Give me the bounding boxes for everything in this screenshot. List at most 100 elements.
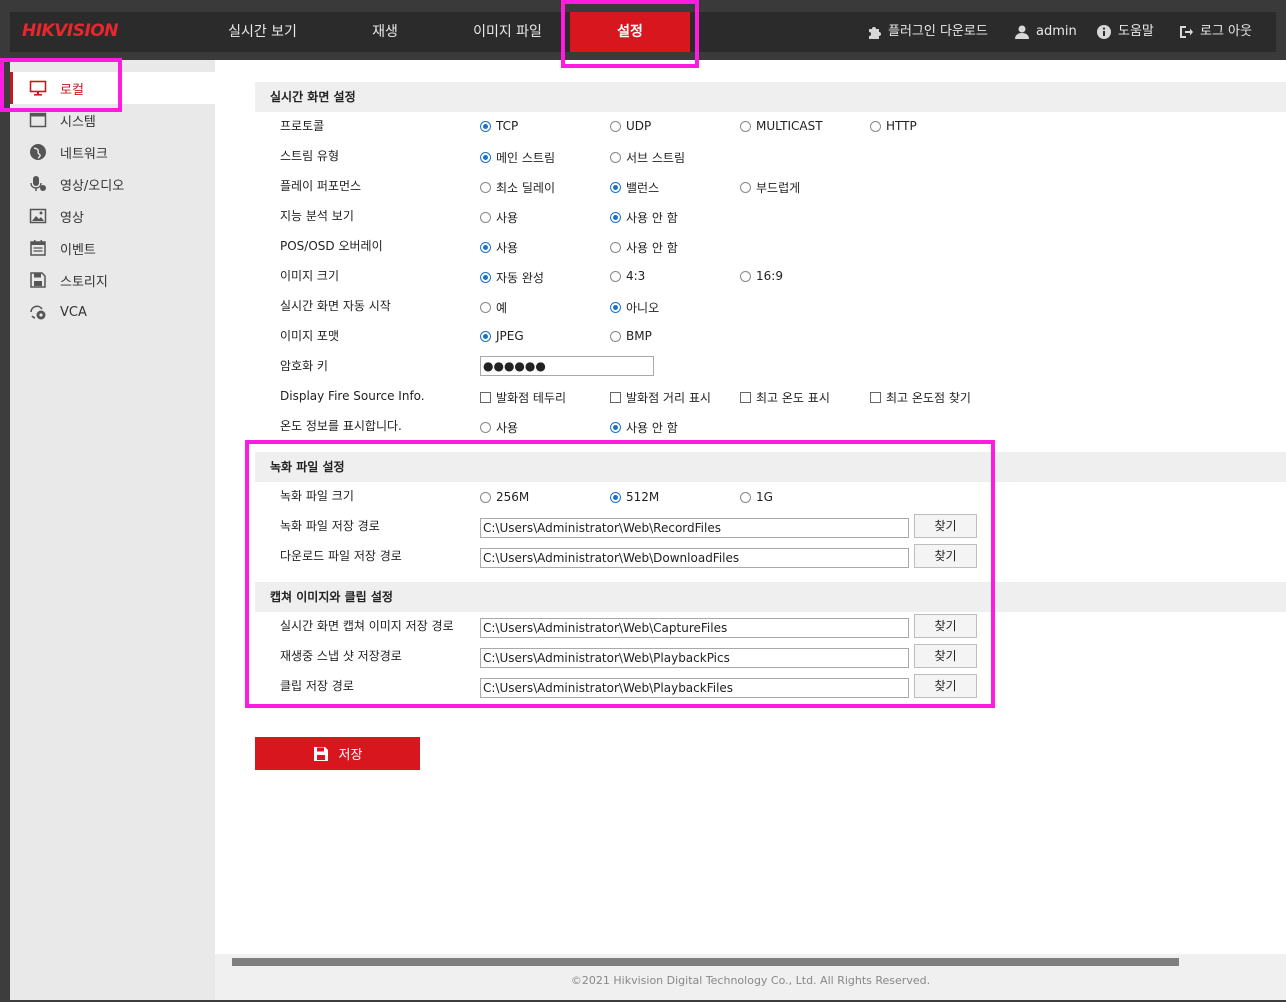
tab-playback[interactable]: 재생 xyxy=(325,12,445,52)
sidebar-item-label: VCA xyxy=(60,304,87,320)
record-path-input[interactable]: C:\Users\Administrator\Web\RecordFiles xyxy=(480,518,909,538)
clip-path-label: 클립 저장 경로 xyxy=(280,679,354,693)
pos-osd-enable-radio[interactable]: 사용 xyxy=(480,239,518,256)
protocol-label: 프로토콜 xyxy=(280,119,325,133)
hikvision-logo: HIKVISION xyxy=(22,21,118,41)
download-path-label: 다운로드 파일 저장 경로 xyxy=(280,549,402,563)
playback-snapshot-path-input[interactable]: C:\Users\Administrator\Web\PlaybackPics xyxy=(480,648,909,668)
temperature-enable-radio[interactable]: 사용 xyxy=(480,419,518,436)
temperature-disable-radio[interactable]: 사용 안 함 xyxy=(610,419,678,436)
auto-start-no-radio[interactable]: 아니오 xyxy=(610,299,659,316)
max-temp-display-checkbox[interactable]: 최고 온도 표시 xyxy=(740,389,830,406)
tab-configuration[interactable]: 설정 xyxy=(570,12,690,52)
sidebar-item-label: 영상/오디오 xyxy=(60,178,125,194)
record-size-256m-radio[interactable]: 256M xyxy=(480,490,529,504)
section-header-live-view: 실시간 화면 설정 xyxy=(255,82,1286,112)
sidebar-item-event[interactable]: 이벤트 xyxy=(10,232,215,264)
protocol-multicast-radio[interactable]: MULTICAST xyxy=(740,119,823,133)
sidebar-item-video-audio[interactable]: 영상/오디오 xyxy=(10,168,215,200)
save-button-label: 저장 xyxy=(338,748,363,763)
encryption-key-input[interactable]: ●●●●●● xyxy=(480,356,654,376)
puzzle-icon xyxy=(869,27,881,39)
fire-distance-checkbox[interactable]: 발화점 거리 표시 xyxy=(610,389,711,406)
image-format-label: 이미지 포맷 xyxy=(280,329,340,343)
user-name: admin xyxy=(1036,24,1077,39)
calendar-icon xyxy=(28,238,48,258)
max-temp-point-checkbox[interactable]: 최고 온도점 찾기 xyxy=(870,389,971,406)
horizontal-scrollbar[interactable] xyxy=(232,958,1179,966)
plugin-download-link[interactable]: 플러그인 다운로드 xyxy=(866,12,988,52)
sidebar-item-local[interactable]: 로컬 xyxy=(10,72,215,104)
save-button[interactable]: 저장 xyxy=(255,737,420,770)
pos-osd-label: POS/OSD 오버레이 xyxy=(280,239,383,253)
fire-border-checkbox[interactable]: 발화점 테두리 xyxy=(480,389,566,406)
sidebar-item-label: 네트워크 xyxy=(60,146,108,162)
playback-snapshot-browse-button[interactable]: 찾기 xyxy=(914,644,977,668)
tab-live-view[interactable]: 실시간 보기 xyxy=(200,12,325,52)
download-path-input[interactable]: C:\Users\Administrator\Web\DownloadFiles xyxy=(480,548,909,568)
record-path-label: 녹화 파일 저장 경로 xyxy=(280,519,380,533)
pos-osd-disable-radio[interactable]: 사용 안 함 xyxy=(610,239,678,256)
help-link[interactable]: 도움말 xyxy=(1096,12,1154,52)
info-icon xyxy=(1097,25,1111,39)
performance-balanced-radio[interactable]: 밸런스 xyxy=(610,179,659,196)
auto-start-label: 실시간 화면 자동 시작 xyxy=(280,299,391,313)
sidebar-item-system[interactable]: 시스템 xyxy=(10,104,215,136)
sidebar-item-label: 시스템 xyxy=(60,114,96,130)
logout-link[interactable]: 로그 아웃 xyxy=(1178,12,1252,52)
protocol-http-radio[interactable]: HTTP xyxy=(870,119,917,133)
globe-icon xyxy=(28,142,48,162)
plugin-download-label: 플러그인 다운로드 xyxy=(888,24,988,39)
temperature-info-label: 온도 정보를 표시합니다. xyxy=(280,419,402,433)
fire-source-label: Display Fire Source Info. xyxy=(280,389,425,403)
rules-label: 지능 분석 보기 xyxy=(280,209,354,223)
sidebar-item-label: 스토리지 xyxy=(60,274,108,290)
clip-path-input[interactable]: C:\Users\Administrator\Web\PlaybackFiles xyxy=(480,678,909,698)
record-file-size-label: 녹화 파일 크기 xyxy=(280,489,354,503)
logout-icon xyxy=(1180,26,1193,38)
sidebar-item-label: 로컬 xyxy=(60,82,84,98)
capture-path-label: 실시간 화면 캡쳐 이미지 저장 경로 xyxy=(280,619,454,633)
logout-label: 로그 아웃 xyxy=(1200,24,1252,39)
user-menu[interactable]: admin xyxy=(1014,12,1077,52)
rules-disable-radio[interactable]: 사용 안 함 xyxy=(610,209,678,226)
tab-picture[interactable]: 이미지 파일 xyxy=(445,12,570,52)
sidebar-item-image[interactable]: 영상 xyxy=(10,200,215,232)
image-size-auto-radio[interactable]: 자동 완성 xyxy=(480,269,544,286)
stream-main-radio[interactable]: 메인 스트림 xyxy=(480,149,555,166)
capture-path-input[interactable]: C:\Users\Administrator\Web\CaptureFiles xyxy=(480,618,909,638)
stream-type-label: 스트림 유형 xyxy=(280,149,340,163)
protocol-udp-radio[interactable]: UDP xyxy=(610,119,651,133)
sidebar-item-storage[interactable]: 스토리지 xyxy=(10,264,215,296)
image-size-16-9-radio[interactable]: 16:9 xyxy=(740,269,783,283)
playback-snapshot-path-label: 재생중 스냅 샷 저장경로 xyxy=(280,649,402,663)
clip-path-browse-button[interactable]: 찾기 xyxy=(914,674,977,698)
download-path-browse-button[interactable]: 찾기 xyxy=(914,544,977,568)
storage-icon xyxy=(28,270,48,290)
sidebar-item-label: 영상 xyxy=(60,210,84,226)
monitor-icon xyxy=(28,78,48,98)
capture-path-browse-button[interactable]: 찾기 xyxy=(914,614,977,638)
floppy-disk-icon xyxy=(313,746,328,761)
section-header-capture: 캡쳐 이미지와 클립 설정 xyxy=(255,582,1286,612)
sidebar: 로컬 시스템 네트워크 영상/오디오 영상 이벤트 스토리지 VCA xyxy=(10,60,215,1000)
sidebar-item-network[interactable]: 네트워크 xyxy=(10,136,215,168)
record-path-browse-button[interactable]: 찾기 xyxy=(914,514,977,538)
record-size-512m-radio[interactable]: 512M xyxy=(610,490,659,504)
logo-text-rest: VISION xyxy=(54,21,118,41)
settings-panel: 실시간 화면 설정 프로토콜 TCP UDP MULTICAST HTTP 스트… xyxy=(215,60,1286,954)
auto-start-yes-radio[interactable]: 예 xyxy=(480,299,507,316)
play-performance-label: 플레이 퍼포먼스 xyxy=(280,179,362,193)
performance-fluent-radio[interactable]: 부드럽게 xyxy=(740,179,800,196)
performance-shortest-delay-radio[interactable]: 최소 딜레이 xyxy=(480,179,555,196)
image-format-bmp-radio[interactable]: BMP xyxy=(610,329,652,343)
copyright-text: ©2021 Hikvision Digital Technology Co., … xyxy=(570,974,931,987)
protocol-tcp-radio[interactable]: TCP xyxy=(480,119,518,133)
rules-enable-radio[interactable]: 사용 xyxy=(480,209,518,226)
image-format-jpeg-radio[interactable]: JPEG xyxy=(480,329,524,343)
sidebar-item-vca[interactable]: VCA xyxy=(10,296,215,328)
system-icon xyxy=(28,110,48,130)
image-size-4-3-radio[interactable]: 4:3 xyxy=(610,269,645,283)
stream-sub-radio[interactable]: 서브 스트림 xyxy=(610,149,685,166)
record-size-1g-radio[interactable]: 1G xyxy=(740,490,773,504)
